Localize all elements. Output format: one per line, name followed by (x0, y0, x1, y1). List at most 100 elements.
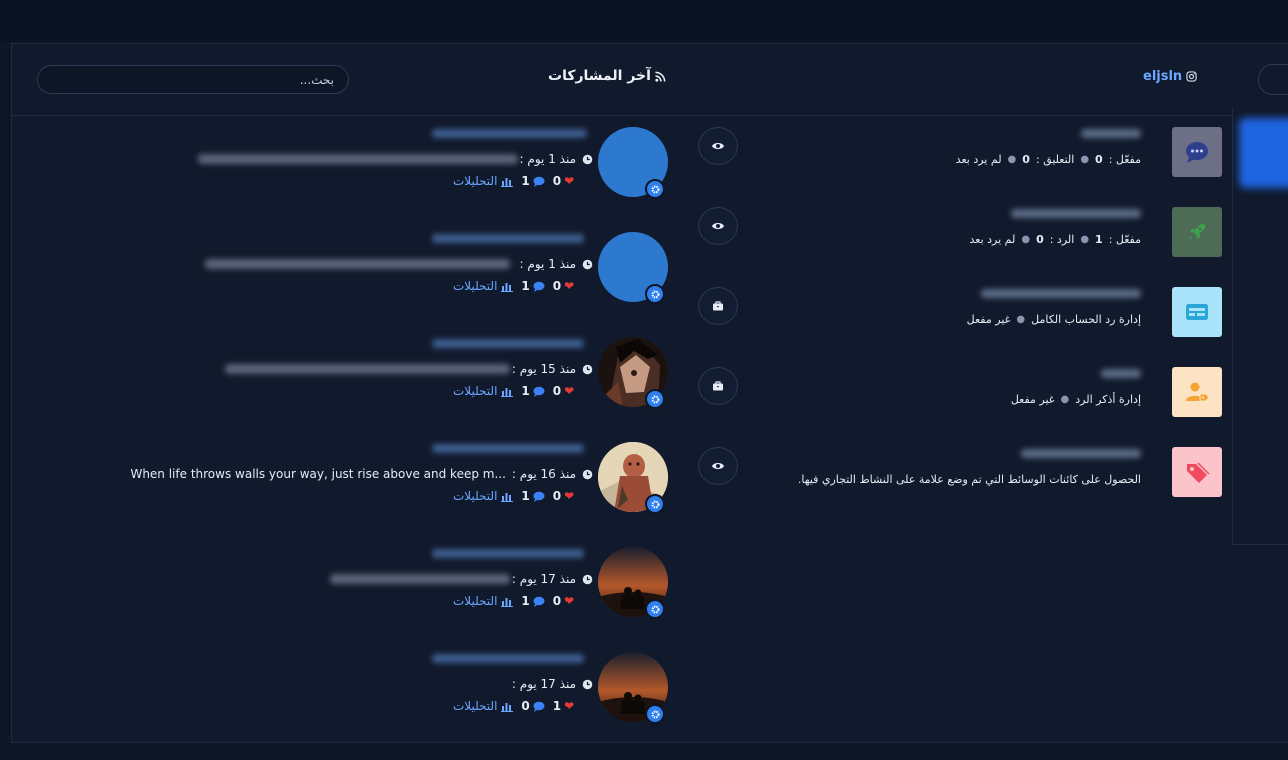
post-time: منذ 17 يوم : (512, 677, 593, 691)
heart-icon: ❤ (564, 489, 575, 503)
eye-icon (712, 143, 724, 149)
clock-icon (582, 574, 593, 584)
post-item: منذ 1 يوم : ❤ 0 1 التحليلات (0, 127, 680, 227)
likes-count: ❤ 0 (553, 174, 574, 188)
analytics-label: التحليلات (453, 384, 498, 398)
post-time-text: منذ 15 يوم : (511, 362, 576, 376)
comment-value: 0 (1022, 153, 1030, 166)
post-time-text: منذ 1 يوم : (519, 152, 576, 166)
view-post-button[interactable] (698, 127, 738, 165)
view-post-button[interactable] (698, 447, 738, 485)
view-post-button[interactable] (698, 207, 738, 245)
analytics-label: التحليلات (453, 594, 498, 608)
feature-title-blurred (981, 289, 1141, 298)
heart-icon: ❤ (564, 699, 575, 713)
heart-icon: ❤ (564, 174, 575, 188)
analytics-link[interactable]: التحليلات (453, 279, 514, 293)
reply-label: الرد : (1049, 233, 1075, 246)
analytics-link[interactable]: التحليلات (453, 594, 514, 608)
right-search-pill[interactable] (1258, 64, 1288, 95)
reply-value: 0 (1036, 233, 1044, 246)
settings-icon[interactable] (645, 704, 665, 724)
analytics-icon (501, 282, 514, 292)
post-item: منذ 17 يوم : ❤ 0 1 التحليلات (0, 547, 680, 647)
sidebar-active-item[interactable] (1239, 118, 1288, 188)
comments-count: 1 (521, 489, 545, 503)
status-value: 1 (1095, 233, 1103, 246)
analytics-label: التحليلات (453, 489, 498, 503)
analytics-icon (501, 492, 514, 502)
feature-mention-reply[interactable]: إدارة أذكر الرد ● غير مفعل (760, 367, 1223, 427)
post-stats: ❤ 0 1 التحليلات (453, 174, 574, 188)
post-author-blurred (432, 339, 584, 348)
settings-icon[interactable] (645, 179, 665, 199)
post-author-blurred (432, 549, 584, 558)
clock-icon (582, 679, 593, 689)
feature-tagged-media[interactable]: الحصول على كائنات الوسائط التي تم وضع عل… (760, 447, 1223, 507)
feature-status: غير مفعل (1010, 393, 1055, 406)
feature-icon-box (1172, 447, 1222, 497)
analytics-link[interactable]: التحليلات (453, 174, 514, 188)
tag-icon (1187, 462, 1210, 483)
post-caption-blurred (198, 154, 518, 164)
likes-value: 0 (552, 489, 562, 503)
post-stats: ❤ 0 1 التحليلات (453, 384, 574, 398)
post-caption-blurred (205, 259, 510, 269)
post-time: منذ 15 يوم : (512, 362, 593, 376)
post-stats: ❤ 0 1 التحليلات (453, 489, 574, 503)
post-time: منذ 16 يوم : When life throws walls your… (130, 467, 593, 481)
settings-icon[interactable] (645, 389, 665, 409)
feature-description: إدارة أذكر الرد (1075, 393, 1141, 406)
clock-icon (582, 469, 593, 479)
comments-value: 1 (521, 384, 530, 398)
likes-value: 0 (552, 384, 562, 398)
feature-auto-reply[interactable]: مفعّل : 1 ● الرد : 0 ● لم يرد بعد (760, 207, 1223, 267)
comment-icon (533, 176, 545, 187)
comments-count: 1 (521, 279, 545, 293)
comment-icon (533, 281, 545, 292)
separator-dot: ● (1021, 234, 1031, 245)
feature-desc: مفعّل : 1 ● الرد : 0 ● لم يرد بعد (970, 233, 1142, 246)
likes-count: ❤ 0 (553, 489, 574, 503)
likes-count: ❤ 1 (553, 699, 574, 713)
analytics-link[interactable]: التحليلات (453, 384, 514, 398)
feature-title-blurred (1081, 129, 1141, 138)
card-icon (1186, 304, 1208, 320)
business-post-button[interactable] (698, 287, 738, 325)
feature-full-account-reply[interactable]: إدارة رد الحساب الكامل ● غير مفعل (760, 287, 1223, 347)
post-stats: ❤ 0 1 التحليلات (453, 279, 574, 293)
instagram-icon (1186, 71, 1197, 82)
search-input[interactable] (37, 65, 349, 94)
feature-title-blurred (1021, 449, 1141, 458)
settings-icon[interactable] (645, 599, 665, 619)
settings-icon[interactable] (645, 284, 665, 304)
post-time-text: منذ 1 يوم : (519, 257, 576, 271)
settings-icon[interactable] (645, 494, 665, 514)
reply-status: لم يرد بعد (969, 233, 1016, 246)
heart-icon: ❤ (564, 279, 575, 293)
rss-icon (655, 71, 666, 82)
account-link[interactable]: eljsln (1143, 69, 1197, 84)
feature-title-blurred (1101, 369, 1141, 378)
post-time-text: منذ 17 يوم : (511, 572, 576, 586)
comments-value: 1 (521, 489, 530, 503)
feature-desc: إدارة أذكر الرد ● غير مفعل (1011, 393, 1141, 406)
status-value: 0 (1095, 153, 1103, 166)
analytics-link[interactable]: التحليلات (453, 489, 514, 503)
feature-comment-reply[interactable]: مفعّل : 0 ● التعليق : 0 ● لم يرد بعد (760, 127, 1223, 187)
user-tag-icon (1186, 382, 1210, 402)
post-caption-blurred (225, 364, 510, 374)
clock-icon (582, 154, 593, 164)
comments-value: 0 (521, 699, 530, 713)
business-post-button[interactable] (698, 367, 738, 405)
comments-value: 1 (521, 279, 530, 293)
heart-icon: ❤ (564, 384, 575, 398)
post-author-blurred (432, 654, 584, 663)
likes-value: 0 (552, 174, 562, 188)
analytics-link[interactable]: التحليلات (453, 699, 514, 713)
comment-icon (533, 491, 545, 502)
separator-dot: ● (1007, 154, 1017, 165)
post-author-blurred (432, 234, 584, 243)
post-author-blurred (432, 129, 587, 138)
likes-value: 0 (552, 279, 562, 293)
